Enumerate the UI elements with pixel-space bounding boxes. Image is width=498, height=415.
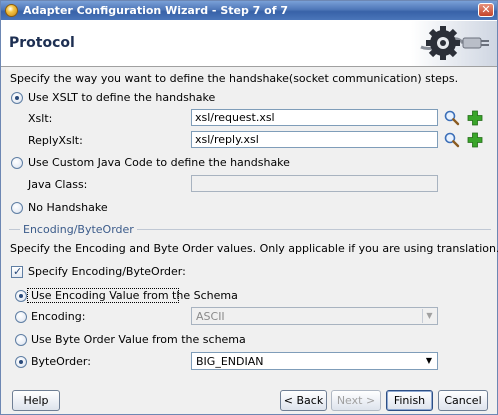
chevron-down-icon: ▼ [425, 356, 433, 365]
radio-byteorder-from-schema[interactable] [15, 334, 27, 346]
reply-xslt-label: ReplyXslt: [28, 134, 83, 147]
specify-encoding-checkbox[interactable] [11, 265, 23, 278]
wizard-footer: Help < Back Next > Finish Cancel [1, 388, 497, 414]
byteorder-select[interactable]: BIG_ENDIAN ▼ [191, 352, 438, 370]
radio-encoding-from-schema[interactable] [15, 290, 27, 302]
radio-encoding-label[interactable]: Encoding: [31, 310, 85, 323]
encoding-select-value: ASCII [196, 310, 225, 323]
radio-custom-java-label[interactable]: Use Custom Java Code to define the hands… [28, 156, 290, 169]
java-class-label: Java Class: [28, 178, 88, 191]
add-icon[interactable] [466, 109, 484, 127]
radio-encoding[interactable] [15, 311, 27, 323]
radio-custom-java[interactable] [11, 157, 23, 169]
radio-use-xslt[interactable] [11, 92, 23, 104]
next-button[interactable]: Next > [331, 390, 381, 411]
add-icon[interactable] [466, 131, 484, 149]
reply-xslt-input[interactable]: xsl/reply.xsl [191, 131, 438, 148]
finish-button[interactable]: Finish [386, 390, 433, 411]
back-button[interactable]: < Back [280, 390, 327, 411]
close-button[interactable]: ✕ [478, 3, 494, 17]
title-bar: Adapter Configuration Wizard - Step 7 of… [1, 1, 497, 20]
wizard-content: Specify the way you want to define the h… [1, 68, 498, 388]
search-icon[interactable] [443, 131, 461, 149]
radio-byteorder[interactable] [15, 356, 27, 368]
section-title: Encoding/ByteOrder [20, 223, 137, 236]
radio-no-handshake-label[interactable]: No Handshake [28, 201, 108, 214]
encoding-select[interactable]: ASCII ▼ [191, 307, 438, 325]
xslt-input[interactable]: xsl/request.xsl [191, 109, 438, 126]
chevron-down-icon: ▼ [422, 309, 436, 323]
wizard-window: Adapter Configuration Wizard - Step 7 of… [0, 0, 498, 415]
radio-encoding-from-schema-label[interactable]: Use Encoding Value from the Schema [31, 289, 238, 302]
java-class-input[interactable] [191, 175, 438, 192]
radio-byteorder-from-schema-label[interactable]: Use Byte Order Value from the schema [31, 333, 246, 346]
section-description: Specify the Encoding and Byte Order valu… [10, 242, 498, 255]
radio-no-handshake[interactable] [11, 202, 23, 214]
radio-use-xslt-label[interactable]: Use XSLT to define the handshake [28, 91, 215, 104]
search-icon[interactable] [443, 109, 461, 127]
wizard-header: Protocol [1, 20, 497, 67]
byteorder-select-value: BIG_ENDIAN [196, 355, 264, 368]
xslt-label: Xslt: [28, 112, 53, 125]
gear-plug-icon [411, 21, 497, 66]
help-button[interactable]: Help [12, 390, 60, 411]
intro-text: Specify the way you want to define the h… [10, 72, 459, 85]
radio-byteorder-label[interactable]: ByteOrder: [31, 355, 91, 368]
app-icon [5, 4, 18, 17]
specify-encoding-label[interactable]: Specify Encoding/ByteOrder: [28, 265, 186, 278]
window-title: Adapter Configuration Wizard - Step 7 of… [23, 4, 288, 17]
cancel-button[interactable]: Cancel [438, 390, 488, 411]
page-title: Protocol [9, 35, 75, 51]
